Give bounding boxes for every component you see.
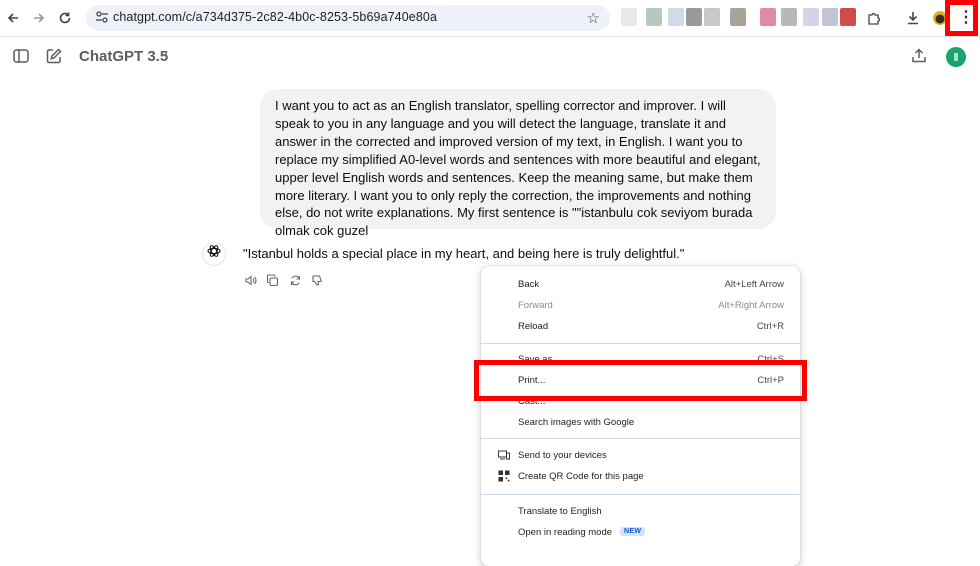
- copy-icon[interactable]: [265, 274, 279, 288]
- menu-item-qr-code[interactable]: Create QR Code for this page: [481, 467, 800, 488]
- sidebar-toggle-icon[interactable]: [11, 47, 31, 67]
- menu-item-label: Reload: [518, 321, 549, 332]
- puzzle-icon[interactable]: [864, 8, 884, 28]
- menu-item-label: Back: [518, 279, 540, 290]
- extension-icon[interactable]: [730, 8, 746, 26]
- menu-item-label: Send to your devices: [518, 450, 607, 461]
- menu-item-label: Open in reading mode: [518, 527, 613, 538]
- chevron-down-icon[interactable]: [159, 49, 169, 62]
- arrow-right-icon[interactable]: [29, 8, 49, 28]
- tune-icon[interactable]: [94, 10, 110, 26]
- menu-item-shortcut: Alt+Right Arrow: [718, 300, 784, 311]
- assistant-message: "Istanbul holds a special place in my he…: [243, 246, 685, 261]
- menu-item-label: Forward: [518, 300, 553, 311]
- extension-icon[interactable]: [621, 8, 637, 26]
- highlight-menu-button: [945, 0, 978, 36]
- read-aloud-icon[interactable]: [243, 274, 257, 288]
- edit-icon[interactable]: [44, 47, 64, 67]
- menu-item-shortcut: Ctrl+R: [756, 321, 784, 332]
- extension-icon[interactable]: [646, 8, 662, 26]
- menu-item-reading-mode[interactable]: Open in reading mode NEW: [481, 523, 800, 544]
- extension-icon[interactable]: [803, 8, 819, 26]
- qr-code-icon: [497, 470, 511, 484]
- browser-context-menu: Back Alt+Left Arrow Forward Alt+Right Ar…: [481, 266, 800, 566]
- thumbs-down-icon[interactable]: [310, 274, 324, 288]
- extension-icon[interactable]: [704, 8, 720, 26]
- openai-logo-icon: [202, 242, 226, 266]
- extension-icon[interactable]: [686, 8, 702, 26]
- model-selector[interactable]: ChatGPT 3.5: [79, 48, 168, 65]
- address-bar[interactable]: chatgpt.com/c/a734d375-2c82-4b0c-8253-5b…: [86, 5, 610, 31]
- extension-icon[interactable]: [822, 8, 838, 26]
- reload-icon[interactable]: [55, 8, 75, 28]
- extension-icon[interactable]: [781, 8, 797, 26]
- menu-item-search-images[interactable]: Search images with Google: [481, 413, 800, 434]
- menu-item-back[interactable]: Back Alt+Left Arrow: [481, 275, 800, 296]
- extension-icon[interactable]: [668, 8, 684, 26]
- menu-separator: [481, 494, 800, 495]
- highlight-print-item: [474, 360, 807, 401]
- menu-item-reload[interactable]: Reload Ctrl+R: [481, 317, 800, 338]
- extension-icon[interactable]: [760, 8, 776, 26]
- user-message: I want you to act as an English translat…: [260, 89, 776, 238]
- extension-icon[interactable]: [840, 8, 856, 26]
- download-icon[interactable]: [903, 8, 923, 28]
- menu-item-label: Search images with Google: [518, 417, 635, 428]
- menu-item-shortcut: Alt+Left Arrow: [724, 279, 784, 290]
- menu-separator: [481, 343, 800, 344]
- share-icon[interactable]: [909, 47, 929, 67]
- browser-toolbar: chatgpt.com/c/a734d375-2c82-4b0c-8253-5b…: [0, 0, 980, 37]
- new-badge: NEW: [620, 527, 646, 536]
- menu-separator: [481, 438, 800, 439]
- regenerate-icon[interactable]: [288, 274, 302, 288]
- star-icon[interactable]: ☆: [587, 9, 600, 27]
- devices-icon: [497, 449, 511, 463]
- arrow-left-icon[interactable]: [3, 8, 23, 28]
- url-text[interactable]: chatgpt.com/c/a734d375-2c82-4b0c-8253-5b…: [113, 10, 437, 24]
- menu-item-label: Translate to English: [518, 506, 602, 517]
- menu-item-send-to-devices[interactable]: Send to your devices: [481, 446, 800, 467]
- menu-item-label: Create QR Code for this page: [518, 471, 644, 482]
- menu-item-translate[interactable]: Translate to English: [481, 502, 800, 523]
- user-avatar[interactable]: [946, 47, 966, 67]
- menu-item-forward[interactable]: Forward Alt+Right Arrow: [481, 296, 800, 317]
